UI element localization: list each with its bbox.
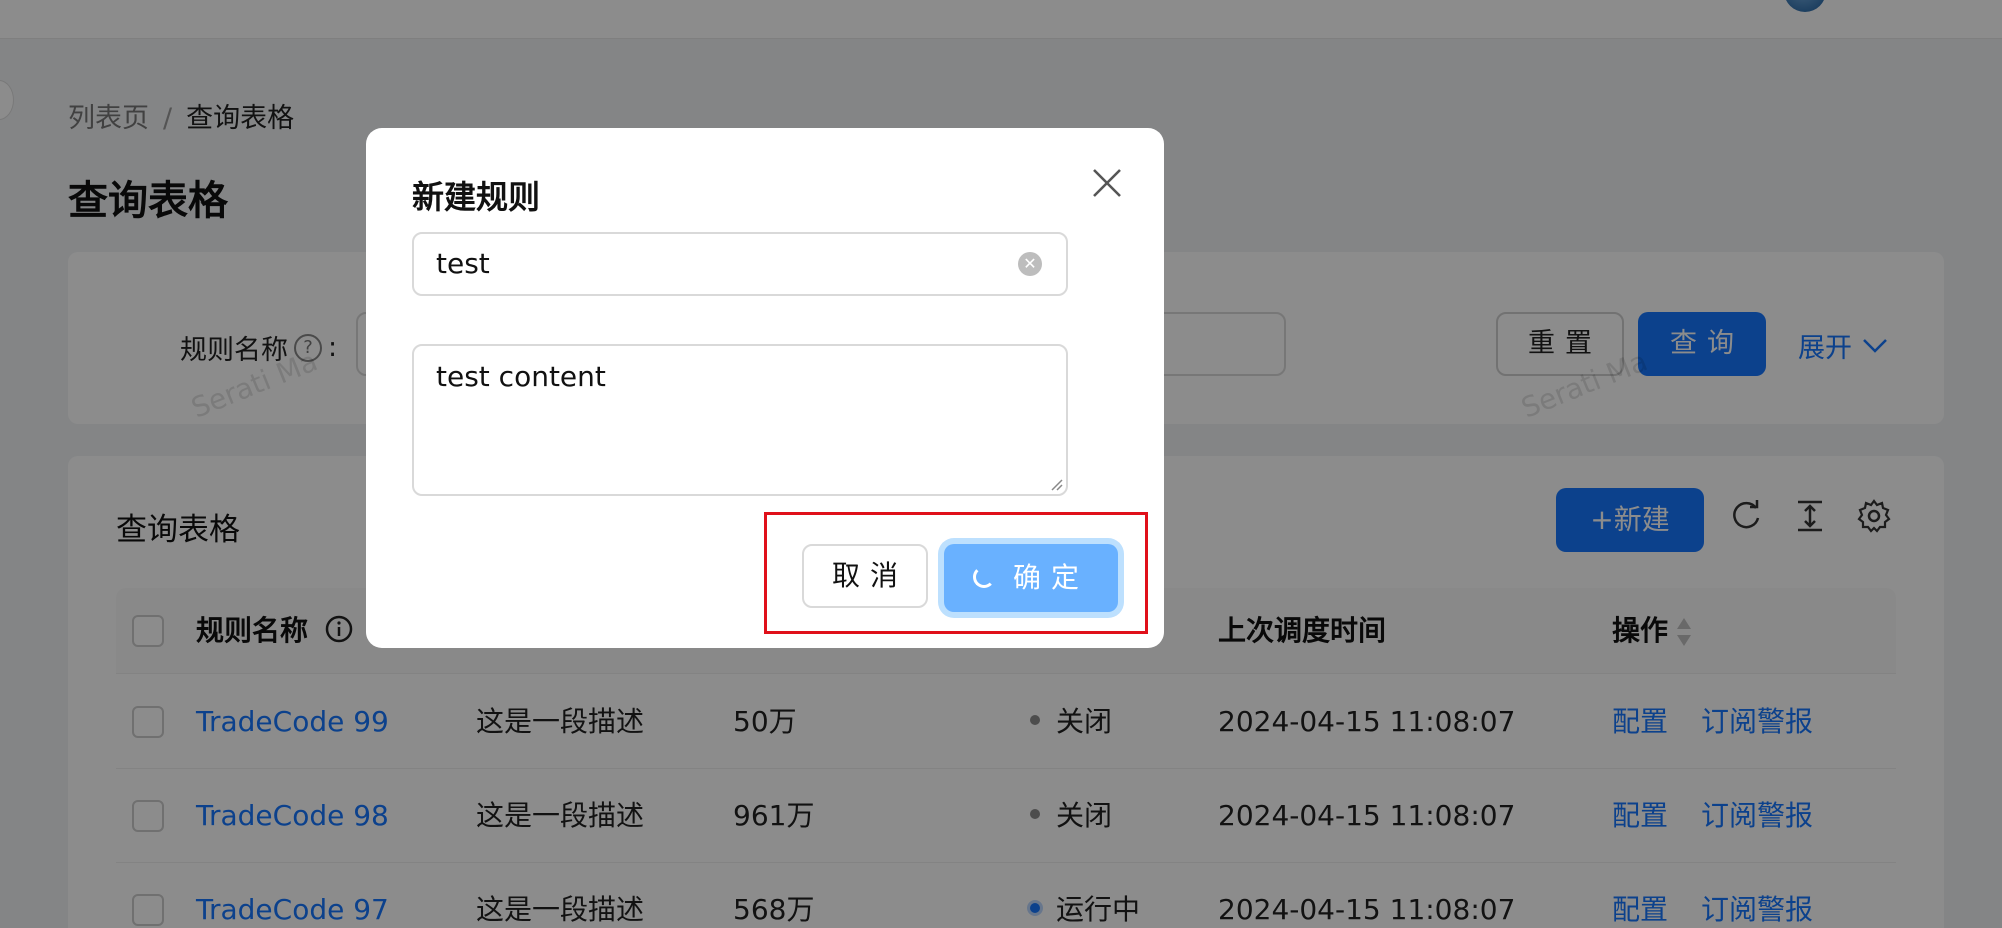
rule-name-input[interactable]: test ✕ [412,232,1068,296]
rule-name-input-value: test [436,247,490,280]
rule-content-textarea[interactable]: test content [412,344,1068,496]
clear-icon[interactable]: ✕ [1018,252,1042,276]
loading-icon [972,566,995,588]
confirm-button-label: 确定 [1012,561,1089,594]
modal-title: 新建规则 [412,178,541,216]
rule-content-textarea-value: test content [436,360,606,393]
resize-handle-icon[interactable] [1049,477,1063,491]
cancel-button[interactable]: 取消 [802,544,928,608]
confirm-button[interactable]: 确定 [944,544,1118,612]
close-icon[interactable] [1090,166,1124,200]
